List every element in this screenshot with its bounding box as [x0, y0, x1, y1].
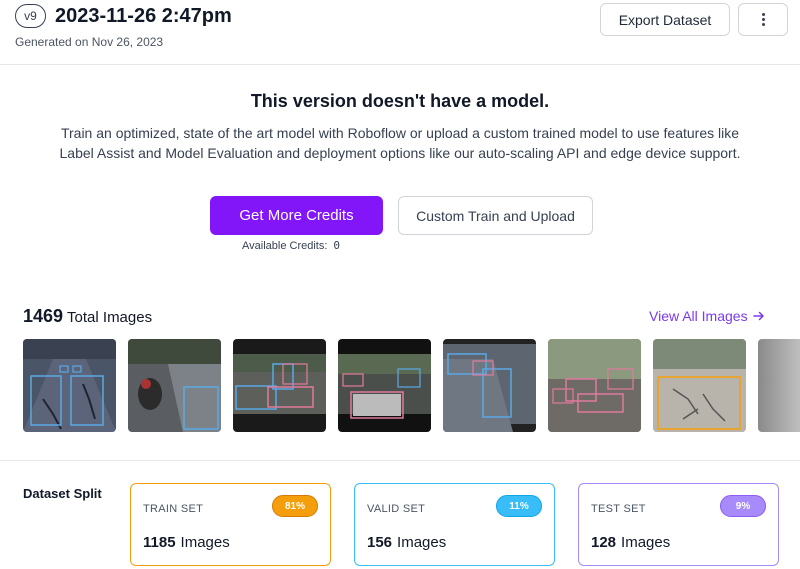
version-header: v9 2023-11-26 2:47pm Generated on Nov 26…	[0, 0, 800, 65]
generated-date: Generated on Nov 26, 2023	[15, 35, 164, 49]
dataset-split-label: Dataset Split	[23, 486, 102, 501]
image-thumbnail[interactable]	[233, 339, 326, 432]
image-thumbnails	[23, 339, 800, 432]
page-title: 2023-11-26 2:47pm	[55, 5, 232, 27]
train-set-title: TRAIN SET	[143, 503, 204, 515]
version-badge: v9	[15, 4, 46, 28]
train-set-count-value: 1185	[143, 534, 176, 551]
train-set-count-unit: Images	[180, 534, 230, 551]
valid-set-card[interactable]: VALID SET 11% 156 Images	[354, 483, 555, 566]
more-options-button[interactable]	[738, 3, 788, 36]
export-dataset-button[interactable]: Export Dataset	[600, 3, 730, 36]
image-thumbnail[interactable]	[758, 339, 800, 432]
train-set-card[interactable]: TRAIN SET 81% 1185 Images	[130, 483, 331, 566]
arrow-right-icon	[752, 311, 764, 321]
view-all-images-link[interactable]: View All Images	[649, 308, 765, 324]
no-model-heading: This version doesn't have a model.	[250, 91, 550, 111]
test-set-count-value: 128	[591, 534, 617, 551]
total-images: 1469 Total Images	[23, 306, 152, 327]
test-set-count: 128 Images	[591, 534, 670, 551]
image-thumbnail[interactable]	[338, 339, 431, 432]
test-set-title: TEST SET	[591, 503, 646, 515]
image-thumbnail[interactable]	[653, 339, 746, 432]
image-thumbnail[interactable]	[443, 339, 536, 432]
image-thumbnail[interactable]	[128, 339, 221, 432]
train-set-count: 1185 Images	[143, 534, 230, 551]
test-set-count-unit: Images	[621, 534, 671, 551]
image-thumbnail[interactable]	[23, 339, 116, 432]
image-thumbnail[interactable]	[548, 339, 641, 432]
view-all-images-label: View All Images	[649, 308, 748, 324]
available-credits: Available Credits: 0	[242, 239, 340, 252]
test-set-card[interactable]: TEST SET 9% 128 Images	[578, 483, 779, 566]
section-divider	[0, 460, 800, 461]
total-images-count: 1469	[23, 306, 64, 326]
valid-set-count: 156 Images	[367, 534, 446, 551]
valid-set-title: VALID SET	[367, 503, 426, 515]
valid-set-percent-badge: 11%	[496, 495, 542, 517]
custom-train-upload-button[interactable]: Custom Train and Upload	[398, 196, 593, 235]
test-set-percent-badge: 9%	[720, 495, 766, 517]
valid-set-count-value: 156	[367, 534, 393, 551]
available-credits-label: Available Credits:	[242, 240, 328, 252]
kebab-menu-icon	[761, 13, 765, 26]
total-images-label: Total Images	[67, 309, 153, 326]
available-credits-value: 0	[333, 239, 341, 252]
valid-set-count-unit: Images	[397, 534, 447, 551]
no-model-description: Train an optimized, state of the art mod…	[59, 125, 741, 161]
train-set-percent-badge: 81%	[272, 495, 318, 517]
get-more-credits-button[interactable]: Get More Credits	[210, 196, 383, 235]
